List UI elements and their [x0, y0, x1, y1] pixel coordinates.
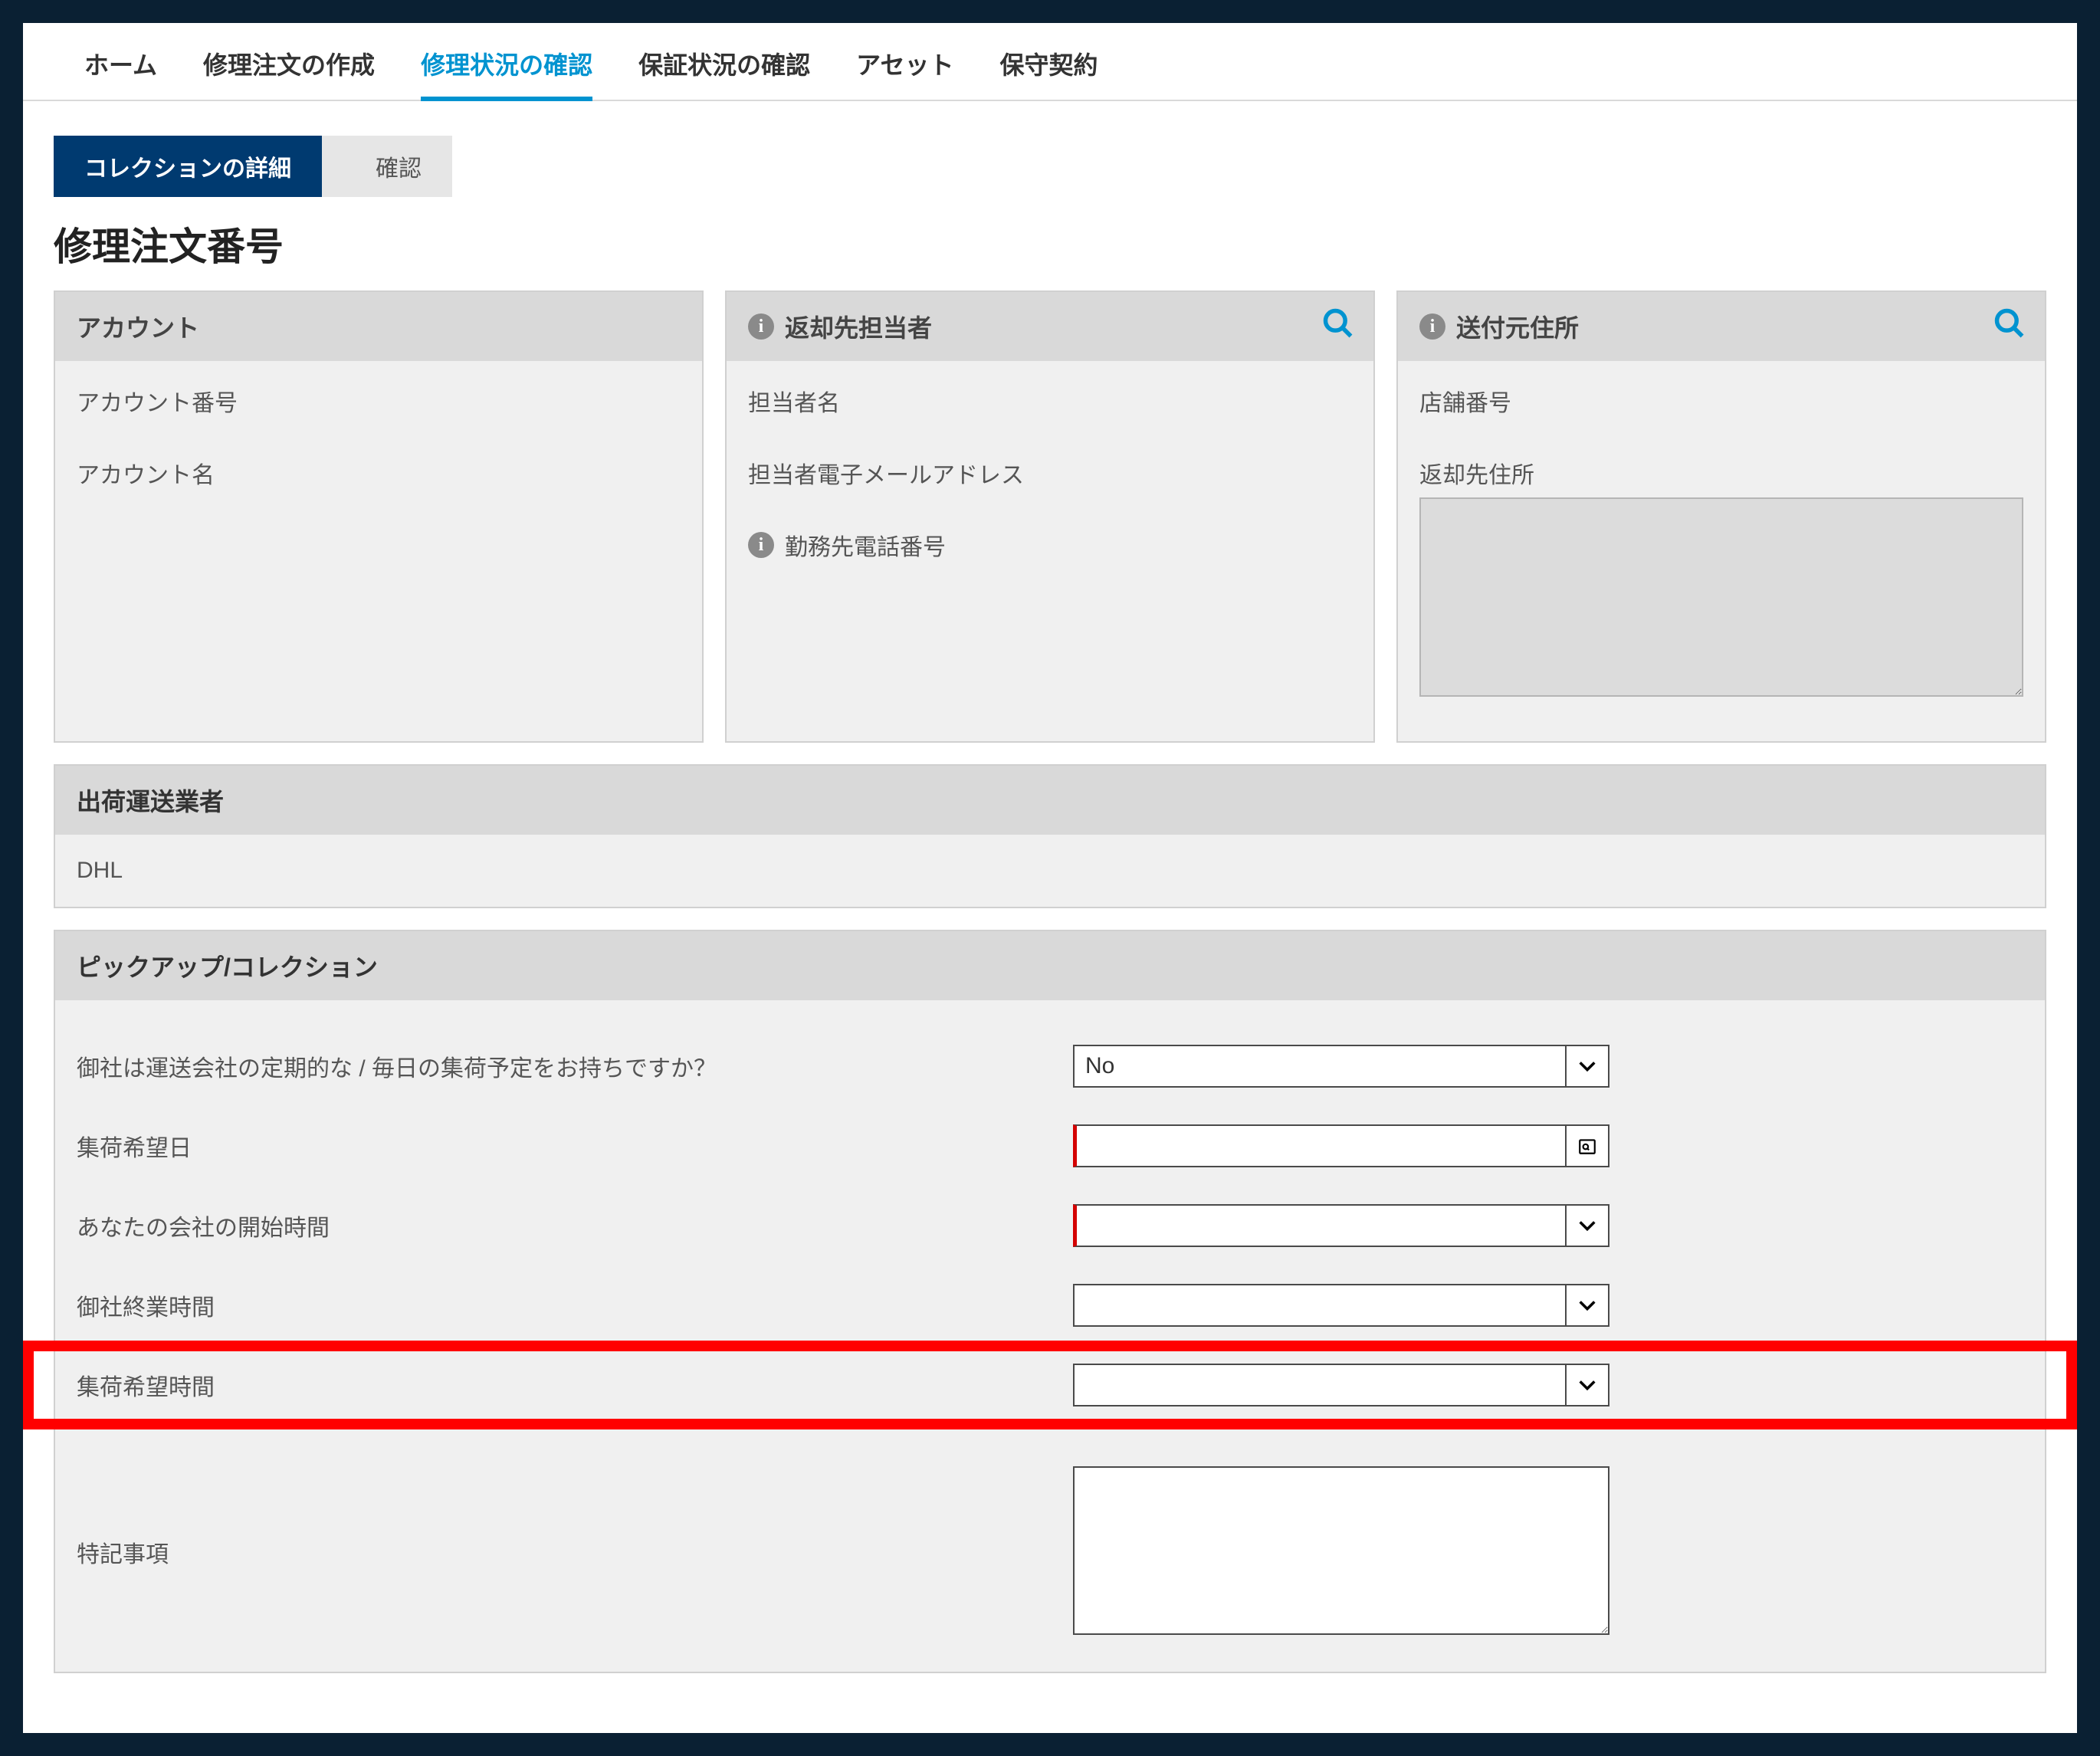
pickup-date-input[interactable] — [1073, 1124, 1609, 1167]
preferred-pickup-time-select[interactable] — [1073, 1364, 1609, 1406]
panel-account: アカウント アカウント番号 アカウント名 — [54, 290, 704, 743]
row-close-time: 御社終業時間 — [77, 1270, 2023, 1341]
info-icon: i — [1419, 313, 1445, 340]
account-name-label: アカウント名 — [77, 456, 681, 490]
nav-home[interactable]: ホーム — [84, 46, 157, 100]
date-picker-icon[interactable] — [1565, 1126, 1608, 1166]
info-icon: i — [748, 532, 774, 558]
panel-return-contact: i 返却先担当者 担当者名 担当者電子メールアドレス i 勤務先電話番号 — [725, 290, 1375, 743]
nav-maintenance-contracts[interactable]: 保守契約 — [999, 46, 1098, 100]
nav-check-repair-status[interactable]: 修理状況の確認 — [421, 46, 592, 101]
chevron-down-icon — [1565, 1365, 1608, 1405]
notes-textarea[interactable] — [1073, 1466, 1609, 1635]
pickup-form: 御社は運送会社の定期的な / 毎日の集荷予定をお持ちですか？ No 集荷希望日 — [55, 1000, 2045, 1672]
has-schedule-select[interactable]: No — [1073, 1045, 1609, 1088]
page-title: 修理注文番号 — [54, 216, 2077, 271]
top-panels: アカウント アカウント番号 アカウント名 i 返却先担当者 担当者名 担当者電子… — [23, 290, 2077, 743]
open-time-label: あなたの会社の開始時間 — [77, 1190, 1073, 1261]
chevron-down-icon — [1565, 1285, 1608, 1325]
return-address-label: 返却先住所 — [1419, 456, 2023, 490]
row-has-schedule: 御社は運送会社の定期的な / 毎日の集荷予定をお持ちですか？ No — [77, 1031, 2023, 1101]
section-carrier-header: 出荷運送業者 — [55, 766, 2045, 835]
row-notes: 特記事項 — [77, 1466, 2023, 1641]
contact-phone-label: i 勤務先電話番号 — [748, 528, 1352, 562]
main-nav: ホーム 修理注文の作成 修理状況の確認 保証状況の確認 アセット 保守契約 — [23, 23, 2077, 101]
contact-email-label: 担当者電子メールアドレス — [748, 456, 1352, 490]
section-pickup: ピックアップ/コレクション 御社は運送会社の定期的な / 毎日の集荷予定をお持ち… — [54, 930, 2046, 1673]
app-frame: ホーム 修理注文の作成 修理状況の確認 保証状況の確認 アセット 保守契約 コレ… — [23, 23, 2077, 1733]
search-icon — [1321, 307, 1355, 340]
panel-ship-from-header: i 送付元住所 — [1398, 292, 2045, 361]
contact-phone-label-text: 勤務先電話番号 — [785, 528, 946, 562]
close-time-select[interactable] — [1073, 1284, 1609, 1327]
row-pickup-date: 集荷希望日 — [77, 1111, 2023, 1181]
panel-account-header: アカウント — [55, 292, 702, 361]
notes-label: 特記事項 — [77, 1466, 1073, 1587]
panel-ship-from: i 送付元住所 店舗番号 返却先住所 — [1396, 290, 2046, 743]
carrier-value: DHL — [55, 835, 2045, 907]
search-return-contact-button[interactable] — [1321, 307, 1355, 346]
panel-account-title: アカウント — [77, 309, 199, 344]
pickup-date-label: 集荷希望日 — [77, 1111, 1073, 1181]
close-time-label: 御社終業時間 — [77, 1270, 1073, 1341]
wizard-breadcrumb: コレクションの詳細 確認 — [54, 136, 2077, 197]
chevron-down-icon — [1565, 1206, 1608, 1246]
search-ship-from-button[interactable] — [1993, 307, 2026, 346]
section-pickup-header: ピックアップ/コレクション — [55, 931, 2045, 1000]
row-open-time: あなたの会社の開始時間 — [77, 1190, 2023, 1261]
wizard-step-confirm[interactable]: 確認 — [322, 136, 452, 197]
store-number-label: 店舗番号 — [1419, 384, 2023, 418]
account-number-label: アカウント番号 — [77, 384, 681, 418]
has-schedule-label: 御社は運送会社の定期的な / 毎日の集荷予定をお持ちですか？ — [77, 1031, 1073, 1101]
pickup-date-field[interactable] — [1088, 1126, 1597, 1166]
panel-return-contact-title: 返却先担当者 — [785, 309, 932, 344]
panel-ship-from-title: 送付元住所 — [1456, 309, 1579, 344]
panel-return-contact-header: i 返却先担当者 — [727, 292, 1373, 361]
nav-check-warranty-status[interactable]: 保証状況の確認 — [638, 46, 810, 100]
preferred-pickup-time-label: 集荷希望時間 — [77, 1350, 1073, 1420]
nav-assets[interactable]: アセット — [856, 46, 953, 100]
panel-ship-from-body: 店舗番号 返却先住所 — [1398, 361, 2045, 741]
section-carrier: 出荷運送業者 DHL — [54, 764, 2046, 908]
has-schedule-value: No — [1085, 1053, 1114, 1079]
search-icon — [1993, 307, 2026, 340]
return-address-textarea[interactable] — [1419, 497, 2023, 697]
open-time-select[interactable] — [1073, 1204, 1609, 1247]
info-icon: i — [748, 313, 774, 340]
row-preferred-pickup-time: 集荷希望時間 — [77, 1350, 2023, 1420]
chevron-down-icon — [1565, 1046, 1608, 1086]
contact-name-label: 担当者名 — [748, 384, 1352, 418]
wizard-step-collection-details[interactable]: コレクションの詳細 — [54, 136, 322, 197]
nav-create-repair-order[interactable]: 修理注文の作成 — [203, 46, 375, 100]
panel-return-contact-body: 担当者名 担当者電子メールアドレス i 勤務先電話番号 — [727, 361, 1373, 600]
panel-account-body: アカウント番号 アカウント名 — [55, 361, 702, 528]
